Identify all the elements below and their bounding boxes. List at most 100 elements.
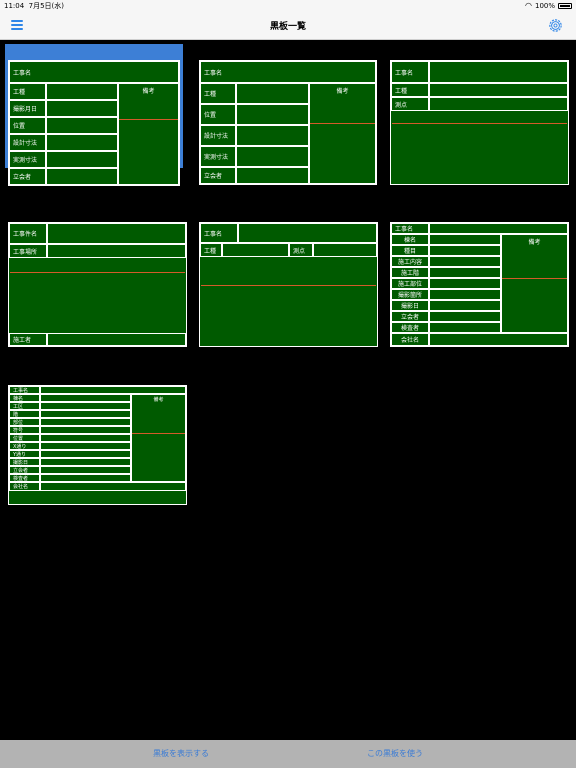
label: 工事名 xyxy=(204,230,223,238)
label: 立会者 xyxy=(204,173,223,180)
cell xyxy=(429,322,501,333)
label: 部位 xyxy=(13,419,24,426)
cell: 立会者 xyxy=(9,466,40,474)
blackboard-thumbnail-2[interactable]: 工事名 工種 位置 設計寸法 実測寸法 立会者 備考 xyxy=(196,44,377,185)
label: 位置 xyxy=(13,123,26,130)
cell: 立会者 xyxy=(9,168,46,185)
cell xyxy=(40,394,131,402)
red-line xyxy=(132,433,185,434)
cell: 工事場所 xyxy=(9,244,47,258)
label: 工区 xyxy=(13,403,24,410)
label: 工事名 xyxy=(13,69,32,77)
cell: 符号 xyxy=(9,426,40,434)
cell xyxy=(429,245,501,256)
cell: 検査者 xyxy=(391,322,429,333)
label: 施工階 xyxy=(400,270,419,277)
cell xyxy=(40,458,131,466)
cell: 立会者 xyxy=(200,167,236,184)
label: 測点 xyxy=(293,247,306,255)
cell xyxy=(429,300,501,311)
cell xyxy=(429,83,568,97)
cell: 工種 xyxy=(391,83,429,97)
label: 施工内容 xyxy=(397,259,422,266)
cell xyxy=(429,256,501,267)
label: 符号 xyxy=(13,427,24,434)
red-line xyxy=(392,123,567,124)
cell: 工区 xyxy=(9,402,40,410)
cell: 撮影月日 xyxy=(9,100,46,117)
cell xyxy=(429,267,501,278)
cell xyxy=(47,333,186,346)
red-line xyxy=(201,285,376,286)
bottom-toolbar: 黒板を表示する この黒板を使う xyxy=(0,740,576,768)
blackboard-thumbnail-7[interactable]: 工事名 棟名 工区 階 部位 符号 位置 X通り Y通り 撮影日 立会者 検査者… xyxy=(5,382,187,506)
blackboard-5: 工事名 工種 測点 xyxy=(199,222,378,347)
blackboard-thumbnail-1[interactable]: 工事名 工種 撮影月日 位置 設計寸法 実測寸法 立会者 備考 xyxy=(5,44,183,186)
blackboard-1: 工事名 工種 撮影月日 位置 設計寸法 実測寸法 立会者 備考 xyxy=(8,60,180,186)
cell xyxy=(46,100,118,117)
cell xyxy=(47,223,186,244)
navigation-bar: 黒板一覧 xyxy=(0,12,576,40)
label: 立会者 xyxy=(13,174,32,181)
cell xyxy=(40,402,131,410)
label: 備考 xyxy=(336,88,349,95)
blackboard-thumbnail-6[interactable]: 工事名 棟名 種目 施工内容 施工階 施工部位 撮影箇所 撮影日 立会者 検査者… xyxy=(388,218,569,347)
blackboard-2: 工事名 工種 位置 設計寸法 実測寸法 立会者 備考 xyxy=(199,60,377,185)
cell xyxy=(40,386,186,394)
label: 位置 xyxy=(204,112,217,119)
cell xyxy=(40,466,131,474)
cell: X通り xyxy=(9,442,40,450)
blackboard-thumbnail-5[interactable]: 工事名 工種 測点 xyxy=(196,218,378,347)
cell xyxy=(236,125,309,146)
show-blackboard-button[interactable]: 黒板を表示する xyxy=(153,748,209,759)
label: 検査者 xyxy=(400,325,419,332)
cell: 備考 xyxy=(118,83,179,185)
cell xyxy=(40,426,131,434)
cell xyxy=(429,333,568,346)
gear-icon[interactable] xyxy=(547,17,564,34)
label: 施工者 xyxy=(13,337,32,344)
cell: 位置 xyxy=(9,434,40,442)
label: 実測寸法 xyxy=(13,157,38,164)
cell xyxy=(429,289,501,300)
cell: 撮影日 xyxy=(9,458,40,466)
cell: 備考 xyxy=(131,394,186,482)
label: 階 xyxy=(13,411,19,418)
cell: 立会者 xyxy=(391,311,429,322)
cell xyxy=(429,61,568,83)
label: 撮影箇所 xyxy=(397,292,422,299)
page-title: 黒板一覧 xyxy=(269,22,306,32)
cell xyxy=(46,168,118,185)
cell: 部位 xyxy=(9,418,40,426)
label: 種目 xyxy=(403,248,416,255)
label: 検査者 xyxy=(13,475,29,482)
cell xyxy=(313,243,377,257)
blackboard-6: 工事名 棟名 種目 施工内容 施工階 施工部位 撮影箇所 撮影日 立会者 検査者… xyxy=(390,222,569,347)
cell: 設計寸法 xyxy=(200,125,236,146)
cell: Y通り xyxy=(9,450,40,458)
cell: 工事名 xyxy=(200,223,238,243)
label: 立会者 xyxy=(13,467,29,474)
label: 設計寸法 xyxy=(13,140,38,147)
blackboard-thumbnail-4[interactable]: 工事件名 工事場所 施工者 xyxy=(5,218,187,347)
cell: 工事名 xyxy=(391,223,429,234)
cell: 施工階 xyxy=(391,267,429,278)
label: 撮影日 xyxy=(400,303,419,310)
label: 会社名 xyxy=(400,337,419,344)
label: 備考 xyxy=(528,239,541,246)
cell xyxy=(222,243,289,257)
label: 棟名 xyxy=(403,237,416,244)
cell: 測点 xyxy=(391,97,429,111)
blackboard-thumbnail-3[interactable]: 工事名 工種 測点 xyxy=(388,44,569,185)
cell xyxy=(40,418,131,426)
cell xyxy=(236,104,309,125)
cell: 棟名 xyxy=(391,234,429,245)
cell: 工事名 xyxy=(9,386,40,394)
cell: 施工者 xyxy=(9,333,47,346)
use-blackboard-button[interactable]: この黒板を使う xyxy=(367,748,423,759)
cell xyxy=(40,482,186,491)
blackboard-4: 工事件名 工事場所 施工者 xyxy=(8,222,187,347)
cell: 工種 xyxy=(200,83,236,104)
status-right: ◠ 100% xyxy=(525,1,572,10)
cell: 実測寸法 xyxy=(200,146,236,167)
